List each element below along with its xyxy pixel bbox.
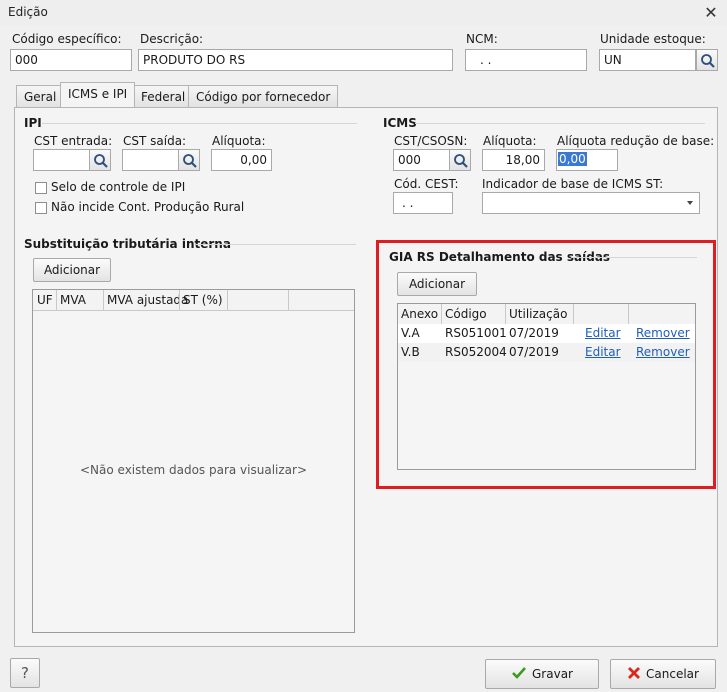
st-grid: UF MVA MVA ajustada ST (%) <Não existem … [32,289,355,633]
column-divider [227,290,228,310]
selo-checkbox[interactable] [35,182,47,194]
icms-aliquota-input[interactable]: 18,00 [482,149,545,171]
tab-icms-ipi[interactable]: ICMS e IPI [60,82,136,107]
highlight-box [376,240,716,489]
save-button[interactable]: Gravar [485,659,599,689]
nao-incide-checkbox[interactable] [35,202,47,214]
ipi-aliquota-label: Alíquota: [212,134,266,148]
unidade-search-button[interactable] [696,49,718,71]
indicador-select[interactable] [482,192,700,214]
cst-csosn-input[interactable]: 000 [393,149,450,171]
close-icon[interactable]: ✕ [700,2,722,24]
title-bar: Edição ✕ [0,0,727,26]
cst-saida-input[interactable] [122,149,179,171]
cancel-label: Cancelar [646,667,699,681]
cst-entrada-input[interactable] [33,149,90,171]
st-col-mva-ajustada[interactable]: MVA ajustada [107,293,188,307]
reducao-label: Alíquota redução de base: [557,134,715,148]
unidade-label: Unidade estoque: [600,32,706,46]
save-label: Gravar [532,667,573,681]
icms-aliquota-label: Alíquota: [483,134,537,148]
column-divider [103,290,104,310]
st-col-mva[interactable]: MVA [60,293,86,307]
icms-title: ICMS [383,116,417,130]
ipi-title: IPI [24,116,42,130]
reducao-selected-text: 0,00 [558,152,587,166]
cest-label: Cód. CEST: [394,177,459,191]
ncm-input[interactable]: . . [465,49,587,71]
nao-incide-label: Não incide Cont. Produção Rural [51,200,245,214]
ipi-separator [42,123,357,124]
cancel-button[interactable]: Cancelar [610,659,716,689]
cest-input[interactable]: . . [393,192,453,214]
descricao-label: Descrição: [140,32,204,46]
tab-codigo-fornecedor[interactable]: Código por fornecedor [188,85,339,107]
ipi-aliquota-input[interactable]: 0,00 [211,149,272,171]
tab-geral[interactable]: Geral [16,85,65,107]
help-icon: ? [21,664,29,682]
selo-label: Selo de controle de IPI [51,180,186,194]
codigo-input[interactable]: 000 [10,49,132,71]
indicador-label: Indicador de base de ICMS ST: [482,177,664,191]
window-title: Edição [8,5,48,19]
st-empty-message: <Não existem dados para visualizar> [79,463,307,477]
search-icon [701,54,715,68]
search-icon [454,154,468,168]
cst-entrada-search-button[interactable] [89,149,111,171]
search-icon [94,154,108,168]
cst-saida-search-button[interactable] [178,149,200,171]
chevron-down-icon[interactable] [681,192,699,214]
st-add-button[interactable]: Adicionar [33,258,111,282]
st-col-uf[interactable]: UF [37,293,53,307]
st-interna-separator [196,244,356,245]
cst-saida-label: CST saída: [123,134,187,148]
help-button[interactable]: ? [10,658,40,688]
column-divider [288,290,289,310]
cst-csosn-label: CST/CSOSN: [394,134,468,148]
checkmark-icon [512,667,526,679]
reducao-input[interactable]: 0,00 [556,149,618,171]
cst-entrada-label: CST entrada: [34,134,113,148]
search-icon [183,154,197,168]
unidade-input[interactable]: UN [599,49,696,71]
column-divider [179,290,180,310]
st-col-st[interactable]: ST (%) [183,293,223,307]
tab-federal[interactable]: Federal [133,85,194,107]
cst-csosn-search-button[interactable] [449,149,471,171]
ncm-label: NCM: [466,32,498,46]
icms-separator [415,123,705,124]
cancel-icon [628,667,641,679]
column-divider [56,290,57,310]
codigo-label: Código específico: [12,32,122,46]
descricao-input[interactable]: PRODUTO DO RS [138,49,453,71]
